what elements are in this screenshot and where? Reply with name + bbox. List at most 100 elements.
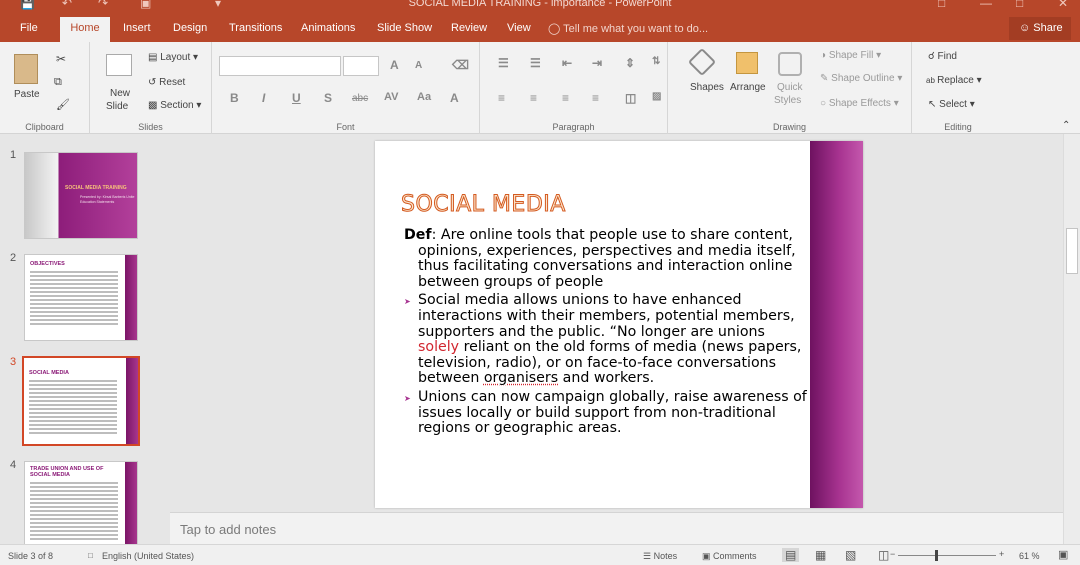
layout-icon: ▤ [148, 52, 161, 63]
thumbnail-title: OBJECTIVES [30, 261, 65, 267]
clipboard-group: Paste ✂ ⧉ 🖌 Clipboard [0, 42, 90, 134]
grow-font-button[interactable]: A [390, 58, 399, 72]
spellcheck-icon[interactable]: □ [88, 551, 93, 560]
paste-button[interactable]: Paste [14, 89, 40, 100]
decrease-indent-icon[interactable]: ⇤ [562, 56, 572, 70]
tab-transitions[interactable]: Transitions [229, 22, 282, 34]
format-painter-icon[interactable]: 🖌 [56, 98, 70, 111]
tab-design[interactable]: Design [173, 22, 207, 34]
drawing-group: Shapes Arrange Quick Styles ◑ Shape Fill… [668, 42, 912, 134]
numbering-icon[interactable]: ☰ [530, 56, 541, 70]
new-slide-icon[interactable] [106, 54, 132, 76]
tell-me-search[interactable]: ◯ Tell me what you want to do... [548, 22, 708, 35]
thumbnail-title: SOCIAL MEDIA [29, 370, 69, 376]
section-button[interactable]: ▩ Section ▾ [148, 100, 201, 111]
reset-button[interactable]: ↺ Reset [148, 77, 185, 88]
slideshow-view-icon[interactable]: ◫ [878, 548, 889, 562]
slide-sorter-icon[interactable]: ▦ [815, 548, 826, 562]
tab-file[interactable]: File [20, 22, 38, 34]
new-slide-label-2[interactable]: Slide [106, 101, 128, 112]
language[interactable]: English (United States) [102, 551, 194, 561]
slide-thumbnail-3[interactable]: SOCIAL MEDIA [22, 356, 140, 446]
slide-thumbnail-2[interactable]: OBJECTIVES [24, 254, 138, 341]
normal-view-icon[interactable]: ▤ [782, 548, 800, 562]
zoom-level[interactable]: 61 % [1019, 551, 1040, 561]
font-color-button[interactable]: A [450, 91, 459, 105]
share-button[interactable]: ☺ Share [1009, 17, 1071, 40]
char-spacing-button[interactable]: AV [384, 91, 398, 103]
zoom-out-icon[interactable]: − [890, 549, 895, 559]
new-slide-label-1[interactable]: New [110, 88, 130, 99]
align-left-icon[interactable]: ≡ [498, 91, 505, 105]
align-text-icon[interactable]: ▨ [652, 91, 661, 102]
text-direction-icon[interactable]: ⇅ [652, 56, 660, 67]
quick-styles-icon[interactable] [778, 52, 802, 76]
zoom-in-icon[interactable]: + [999, 549, 1004, 559]
current-slide[interactable]: SOCIAL MEDIA Def: Are online tools that … [375, 141, 863, 508]
bullet-arrow-icon: ➤ [404, 297, 411, 307]
justify-icon[interactable]: ≡ [592, 91, 599, 105]
cut-icon[interactable]: ✂ [56, 52, 66, 66]
arrange-button[interactable]: Arrange [730, 82, 766, 93]
shapes-button[interactable]: Shapes [690, 82, 724, 93]
align-center-icon[interactable]: ≡ [530, 91, 537, 105]
fit-slide-icon[interactable]: ▣ [1058, 548, 1068, 561]
slide-body-text[interactable]: Def: Are online tools that people use to… [404, 227, 809, 440]
strikethrough-button[interactable]: abc [352, 93, 368, 104]
comments-button[interactable]: ▣ Comments [702, 551, 757, 562]
reset-icon: ↺ [148, 77, 160, 88]
notes-pane[interactable]: Tap to add notes [170, 512, 1063, 544]
font-name-combo[interactable] [219, 56, 341, 76]
definition-paragraph: Def: Are online tools that people use to… [404, 227, 809, 290]
vertical-scrollbar[interactable] [1063, 134, 1080, 544]
collapse-ribbon-icon[interactable]: ⌃ [1062, 120, 1070, 131]
align-right-icon[interactable]: ≡ [562, 91, 569, 105]
replace-button[interactable]: ab Replace ▾ [926, 75, 982, 86]
select-arrow-icon: ↖ [928, 99, 940, 110]
close-icon[interactable]: ✕ [1058, 0, 1068, 10]
select-button[interactable]: ↖ Select ▾ [928, 99, 975, 110]
maximize-icon[interactable]: □ [1016, 0, 1023, 10]
layout-button[interactable]: ▤ Layout ▾ [148, 52, 198, 63]
scrollbar-thumb[interactable] [1066, 228, 1078, 274]
shrink-font-button[interactable]: A [415, 60, 422, 71]
change-case-button[interactable]: Aa [417, 91, 431, 103]
zoom-slider-knob[interactable] [935, 550, 938, 561]
underline-button[interactable]: U [292, 91, 301, 105]
italic-button[interactable]: I [262, 91, 265, 105]
line-spacing-icon[interactable]: ⇕ [625, 56, 635, 70]
slide-title[interactable]: SOCIAL MEDIA [401, 192, 566, 218]
copy-icon[interactable]: ⧉ [54, 76, 62, 89]
slide-thumbnail-4[interactable]: TRADE UNION AND USE OF SOCIAL MEDIA [24, 461, 138, 548]
notes-button[interactable]: ☰ Notes [643, 551, 677, 562]
ribbon-options-icon[interactable]: □ [938, 0, 945, 10]
paste-icon[interactable] [14, 54, 38, 84]
reading-view-icon[interactable]: ▧ [845, 548, 856, 562]
clear-format-icon[interactable]: ⌫ [452, 58, 469, 72]
shapes-icon[interactable] [687, 47, 717, 77]
quick-styles-label-2[interactable]: Styles [774, 95, 801, 106]
shadow-button[interactable]: S [324, 91, 332, 105]
tab-home[interactable]: Home [60, 17, 110, 42]
tab-view[interactable]: View [507, 22, 531, 34]
minimize-icon[interactable]: — [980, 0, 992, 10]
quick-styles-label-1[interactable]: Quick [777, 82, 803, 93]
arrange-icon[interactable] [736, 52, 758, 74]
shape-outline-button[interactable]: ✎ Shape Outline ▾ [820, 73, 902, 84]
shape-fill-button[interactable]: ◑ Shape Fill ▾ [820, 50, 881, 61]
bold-button[interactable]: B [230, 91, 239, 105]
tab-insert[interactable]: Insert [123, 22, 151, 34]
slide-count: Slide 3 of 8 [8, 551, 54, 561]
font-size-combo[interactable] [343, 56, 379, 76]
tab-review[interactable]: Review [451, 22, 487, 34]
zoom-slider[interactable] [898, 555, 996, 556]
increase-indent-icon[interactable]: ⇥ [592, 56, 602, 70]
slide-thumbnail-1[interactable]: SOCIAL MEDIA TRAINING Presented by: Kirs… [24, 152, 138, 239]
bullets-icon[interactable]: ☰ [498, 56, 509, 70]
title-bar: 💾 ↶ ↷ ▣ ▾ SOCIAL MEDIA TRAINING - import… [0, 0, 1080, 14]
tab-slide-show[interactable]: Slide Show [377, 22, 432, 34]
columns-icon[interactable]: ◫ [625, 91, 636, 105]
tab-animations[interactable]: Animations [301, 22, 355, 34]
shape-effects-button[interactable]: ○ Shape Effects ▾ [820, 98, 899, 109]
find-button[interactable]: ☌ Find [928, 51, 957, 62]
